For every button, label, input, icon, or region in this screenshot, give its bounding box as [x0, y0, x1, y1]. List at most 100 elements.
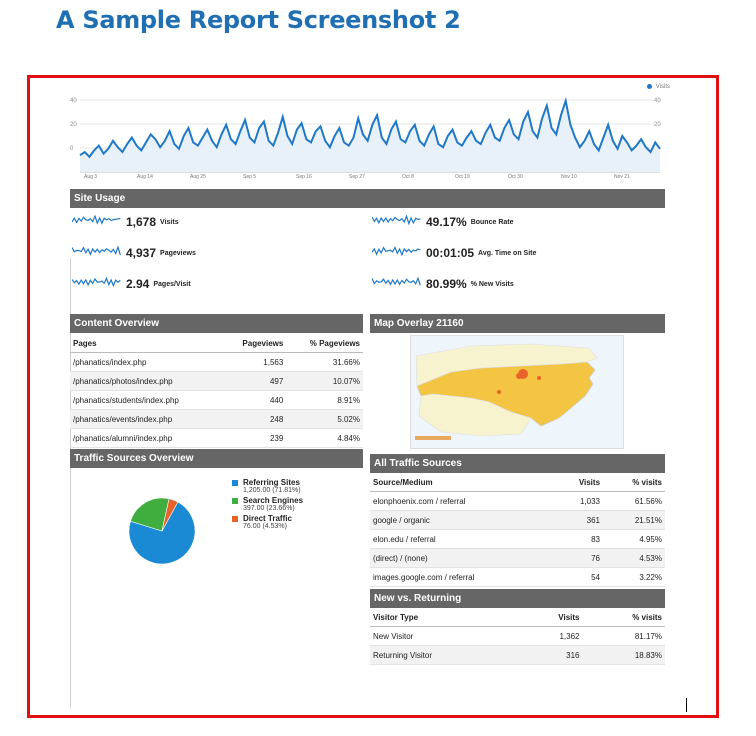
table-cell: 361 [555, 510, 604, 530]
table-cell: 440 [222, 390, 287, 410]
table-cell: 76 [555, 548, 604, 568]
table-cell: 497 [222, 371, 287, 391]
col-header: Visitor Type [370, 609, 520, 627]
sparkline-icon [72, 246, 121, 256]
table-cell: 239 [222, 428, 287, 448]
metric-value: 2.94 [126, 277, 150, 291]
metric-label: Visits [160, 218, 179, 226]
pie-legend-item: Referring Sites 1,205.00 (71.81%) [232, 478, 352, 496]
legend-swatch-icon [232, 498, 238, 504]
map-overlay[interactable] [410, 335, 624, 449]
pie-legend-item: Search Engines 397.00 (23.66%) [232, 496, 352, 514]
table-cell[interactable]: elonphoenix.com / referral [370, 491, 556, 511]
map-overlay-header: Map Overlay 21160 [370, 314, 665, 333]
x-tick: Sep 27 [349, 174, 365, 180]
all-traffic-header: All Traffic Sources [370, 454, 665, 473]
metric-label: % New Visits [470, 280, 514, 288]
table-cell[interactable]: /phanatics/students/index.php [70, 390, 223, 410]
all-traffic-table: Source/Medium Visits % visits elonphoeni… [370, 474, 665, 587]
table-cell[interactable]: (direct) / (none) [370, 548, 556, 568]
traffic-pie-chart [128, 497, 196, 565]
table-cell: 4.53% [603, 548, 665, 568]
metric-value: 1,678 [126, 215, 157, 229]
sparkline-icon [372, 215, 421, 226]
legend-value: 397.00 (23.66%) [243, 505, 295, 512]
visits-trend-chart: Visits 40 20 0 40 20 Aug 3 Aug 14 Aug 25 Se… [70, 84, 692, 181]
table-cell[interactable]: /phanatics/alumni/index.php [70, 428, 223, 448]
content-overview-table: Pages Pageviews % Pageviews /phanatics/i… [70, 335, 363, 448]
table-cell: 4.95% [603, 529, 665, 549]
table-cell[interactable]: elon.edu / referral [370, 529, 556, 549]
metric-value: 49.17% [426, 215, 467, 229]
table-cell: 1,033 [555, 491, 604, 511]
legend-name: Direct Traffic [243, 514, 292, 523]
table-row[interactable]: (direct) / (none) 76 4.53% [370, 548, 665, 568]
table-cell[interactable]: /phanatics/photos/index.php [70, 371, 223, 391]
table-row[interactable]: /phanatics/alumni/index.php 239 4.84% [70, 428, 363, 448]
table-cell[interactable]: google / organic [370, 510, 556, 530]
metric-pageviews: 4,937 Pageviews [72, 245, 196, 261]
x-tick: Nov 21 [614, 174, 630, 180]
table-cell: 31.66% [286, 352, 363, 372]
x-tick: Aug 14 [137, 174, 153, 180]
table-cell[interactable]: images.google.com / referral [370, 567, 556, 587]
sparkline-icon [72, 277, 121, 288]
table-cell[interactable]: /phanatics/events/index.php [70, 409, 223, 429]
table-row[interactable]: /phanatics/index.php 1,563 31.66% [70, 352, 363, 372]
table-cell: 3.22% [603, 567, 665, 587]
site-usage-header: Site Usage [70, 189, 665, 208]
col-header: Visits [519, 609, 583, 627]
table-row[interactable]: /phanatics/students/index.php 440 8.91% [70, 390, 363, 410]
pie-legend-item: Direct Traffic 76.00 (4.53%) [232, 514, 352, 532]
table-cell[interactable]: /phanatics/index.php [70, 352, 223, 372]
table-cell: 18.83% [582, 645, 665, 665]
table-cell: 316 [519, 645, 583, 665]
map-scale-legend [415, 436, 451, 440]
table-cell: 1,563 [222, 352, 287, 372]
table-row[interactable]: /phanatics/photos/index.php 497 10.07% [70, 371, 363, 391]
table-row[interactable]: google / organic 361 21.51% [370, 510, 665, 530]
table-cell[interactable]: New Visitor [370, 626, 520, 646]
table-cell: 1,362 [519, 626, 583, 646]
table-cell: 83 [555, 529, 604, 549]
table-cell: 4.84% [286, 428, 363, 448]
new-returning-table: Visitor Type Visits % visits New Visitor… [370, 609, 665, 665]
legend-value: 1,205.00 (71.81%) [243, 487, 301, 494]
metric-bounce-rate: 49.17% Bounce Rate [372, 214, 514, 230]
x-tick: Sep 5 [243, 174, 257, 180]
x-tick: Sep 16 [296, 174, 312, 180]
table-cell: 21.51% [603, 510, 665, 530]
table-cell: 5.02% [286, 409, 363, 429]
x-tick: Oct 19 [455, 174, 470, 180]
col-header: Pageviews [222, 335, 287, 353]
x-tick: Oct 8 [402, 174, 414, 180]
x-tick: Aug 3 [84, 174, 98, 180]
metric-visits: 1,678 Visits [72, 214, 179, 230]
sparkline-icon [372, 246, 421, 257]
legend-name: Search Engines [243, 496, 304, 505]
table-row[interactable]: images.google.com / referral 54 3.22% [370, 567, 665, 587]
traffic-sources-header: Traffic Sources Overview [70, 449, 363, 468]
table-row[interactable]: New Visitor 1,362 81.17% [370, 626, 665, 646]
col-header: % visits [603, 474, 665, 492]
col-header: % Pageviews [286, 335, 363, 353]
content-overview-header: Content Overview [70, 314, 363, 333]
col-header: Pages [70, 335, 223, 353]
col-header: Visits [555, 474, 604, 492]
table-row[interactable]: Returning Visitor 316 18.83% [370, 645, 665, 665]
legend-name: Referring Sites [243, 478, 300, 487]
map-marker [537, 376, 541, 380]
metric-label: Pages/Visit [153, 280, 191, 288]
table-row[interactable]: /phanatics/events/index.php 248 5.02% [70, 409, 363, 429]
table-row[interactable]: elon.edu / referral 83 4.95% [370, 529, 665, 549]
metric-label: Avg. Time on Site [478, 249, 537, 257]
document-title: A Sample Report Screenshot 2 [56, 6, 461, 34]
metric-avg-time-on-site: 00:01:05 Avg. Time on Site [372, 245, 536, 261]
x-tick: Aug 25 [190, 174, 206, 180]
table-cell: 10.07% [286, 371, 363, 391]
x-tick: Oct 30 [508, 174, 523, 180]
x-tick: Nov 10 [561, 174, 577, 180]
metric-value: 00:01:05 [426, 246, 475, 260]
table-cell[interactable]: Returning Visitor [370, 645, 520, 665]
table-row[interactable]: elonphoenix.com / referral 1,033 61.56% [370, 491, 665, 511]
